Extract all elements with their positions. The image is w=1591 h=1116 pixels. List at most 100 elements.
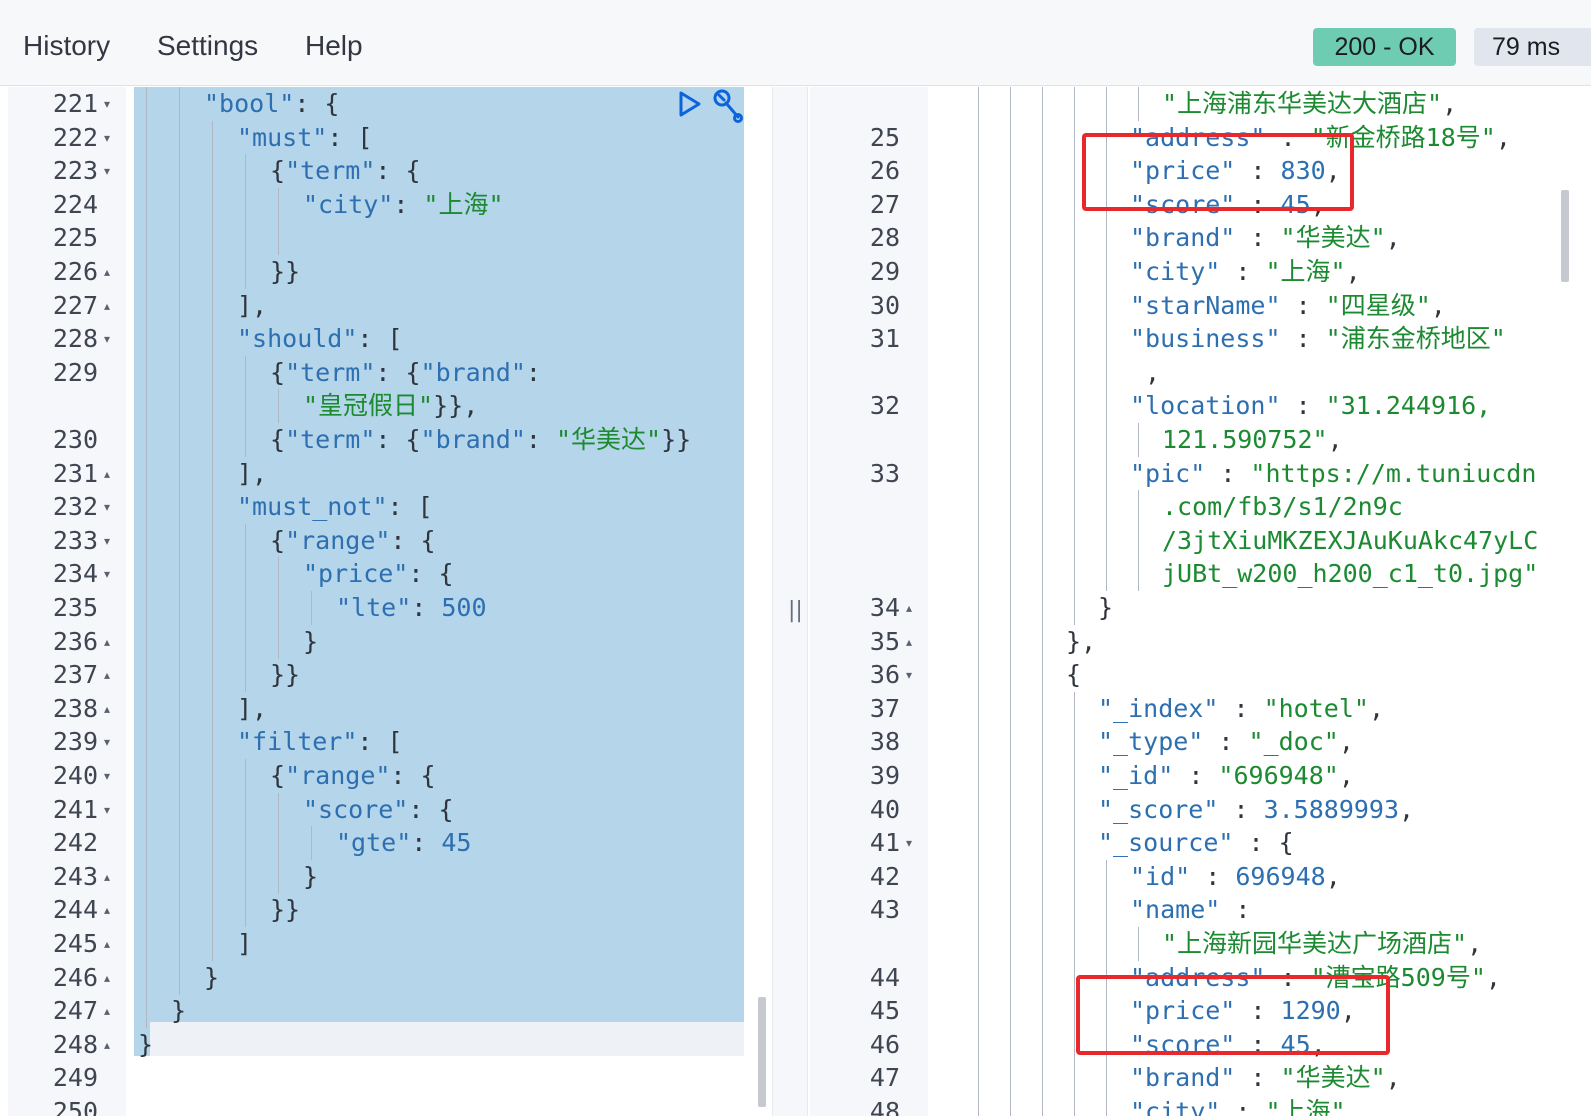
indent-guide	[278, 826, 279, 861]
fold-close-icon[interactable]: ▴	[104, 289, 110, 323]
nav-help[interactable]: Help	[305, 30, 363, 62]
line-number: 242	[52, 828, 98, 858]
highlight-box-first-result	[1082, 133, 1354, 211]
response-viewer[interactable]: "上海浦东华美达大酒店", 25 "address" : "新金桥路18号", 26 "…	[810, 87, 1591, 1116]
fold-open-icon[interactable]: ▾	[104, 87, 110, 121]
indent-guide	[245, 658, 246, 693]
code-text: "gte": 45	[336, 826, 471, 860]
fold-close-icon[interactable]: ▴	[104, 1028, 110, 1062]
code-line: 227 ▴],	[8, 288, 744, 323]
nav-settings[interactable]: Settings	[157, 30, 258, 62]
indent-guide	[1074, 960, 1075, 995]
code-token: ,	[1368, 693, 1384, 723]
code-token: : {	[390, 761, 436, 790]
indent-guide	[1042, 389, 1043, 424]
code-line: 40 "_score" : 3.5889993,	[810, 792, 1570, 827]
fold-close-icon[interactable]: ▴	[906, 591, 912, 625]
indent-guide	[1010, 994, 1011, 1029]
code-token: : [	[387, 492, 433, 522]
indent-guide	[978, 725, 979, 760]
code-token: : {	[1233, 828, 1294, 858]
line-number: 249	[52, 1063, 98, 1093]
code-token: "term"	[285, 156, 376, 186]
fold-close-icon[interactable]: ▴	[104, 658, 110, 692]
fold-close-icon[interactable]: ▴	[104, 692, 110, 726]
code-text: {	[1066, 658, 1081, 692]
indent-guide	[146, 255, 147, 289]
fold-open-icon[interactable]: ▾	[104, 121, 110, 155]
code-text: "name" :	[1130, 893, 1250, 927]
line-number: 44	[869, 962, 900, 992]
indent-guide	[978, 423, 979, 457]
fold-open-icon[interactable]: ▾	[104, 725, 110, 759]
indent-guide	[245, 154, 246, 189]
line-number: 29	[869, 257, 900, 286]
line-number: 250	[52, 1097, 98, 1116]
fold-close-icon[interactable]: ▴	[104, 927, 110, 961]
code-token: .com/fb3/s1/2n9c	[1162, 492, 1403, 522]
indent-guide	[1074, 490, 1075, 525]
play-icon[interactable]	[675, 87, 705, 121]
indent-guide	[1042, 927, 1043, 961]
code-token: "city"	[1130, 257, 1221, 286]
fold-close-icon[interactable]: ▴	[104, 457, 110, 491]
line-number: 235	[52, 593, 98, 622]
fold-open-icon[interactable]: ▾	[104, 490, 110, 524]
code-token: }	[303, 861, 319, 891]
code-token: /3jtXiuMKZEXJAuKuAkc47yLC	[1162, 525, 1539, 555]
line-number: 33	[869, 458, 900, 488]
response-scrollbar[interactable]	[1561, 190, 1569, 282]
indent-guide	[1010, 1061, 1011, 1096]
indent-guide	[1010, 859, 1011, 894]
indent-guide	[212, 187, 213, 222]
fold-close-icon[interactable]: ▴	[104, 893, 110, 927]
fold-close-icon[interactable]: ▴	[104, 961, 110, 995]
code-token: : {	[294, 89, 340, 118]
code-token: 3.5889993	[1263, 794, 1400, 824]
code-token: ,	[1442, 89, 1458, 118]
code-line: 35 ▴},	[810, 624, 1570, 659]
fold-open-icon[interactable]: ▾	[104, 759, 110, 793]
fold-open-icon[interactable]: ▾	[104, 322, 110, 356]
code-text: "should": [	[237, 322, 403, 356]
code-token: "should"	[237, 324, 358, 354]
fold-close-icon[interactable]: ▴	[104, 255, 110, 289]
code-token: "city"	[303, 189, 394, 219]
indent-guide	[1106, 288, 1107, 323]
fold-open-icon[interactable]: ▾	[906, 658, 912, 692]
fold-close-icon[interactable]: ▴	[906, 625, 912, 659]
fold-close-icon[interactable]: ▴	[104, 860, 110, 894]
indent-guide	[146, 591, 147, 625]
indent-guide	[1042, 523, 1043, 558]
code-line: 236 ▴}	[8, 624, 744, 659]
fold-open-icon[interactable]: ▾	[104, 524, 110, 558]
code-text: "lte": 500	[336, 591, 487, 625]
indent-guide	[146, 624, 147, 659]
code-text: {"term": {"brand": "华美达"}}	[270, 423, 691, 457]
fold-close-icon[interactable]: ▴	[104, 625, 110, 659]
code-line: 39 "_id" : "696948",	[810, 759, 1570, 793]
code-text: "brand" : "华美达",	[1130, 1061, 1401, 1095]
nav-history[interactable]: History	[23, 30, 110, 62]
indent-guide	[179, 490, 180, 525]
fold-open-icon[interactable]: ▾	[104, 793, 110, 827]
request-editor[interactable]: 221 ▾ "bool": {222 ▾ "must": [223 ▾ {"term": {…	[8, 87, 770, 1116]
request-scrollbar[interactable]	[758, 997, 766, 1107]
code-token: }}	[270, 895, 301, 925]
code-token: :	[1203, 727, 1249, 757]
indent-guide	[146, 792, 147, 827]
fold-open-icon[interactable]: ▾	[104, 557, 110, 591]
fold-close-icon[interactable]: ▴	[104, 994, 110, 1028]
code-token: "华美达"	[556, 425, 662, 454]
code-line: 241 ▾ "score": {	[8, 792, 744, 827]
wrench-icon[interactable]	[711, 87, 745, 125]
line-number: 39	[869, 761, 900, 790]
fold-open-icon[interactable]: ▾	[104, 154, 110, 188]
line-number: 46	[869, 1029, 900, 1059]
indent-guide	[1042, 759, 1043, 793]
code-token: "pic"	[1130, 458, 1206, 488]
resizer-handle[interactable]: ||	[788, 598, 803, 623]
fold-open-icon[interactable]: ▾	[906, 826, 912, 860]
code-line: 238 ▴],	[8, 691, 744, 726]
indent-guide	[1106, 221, 1107, 256]
